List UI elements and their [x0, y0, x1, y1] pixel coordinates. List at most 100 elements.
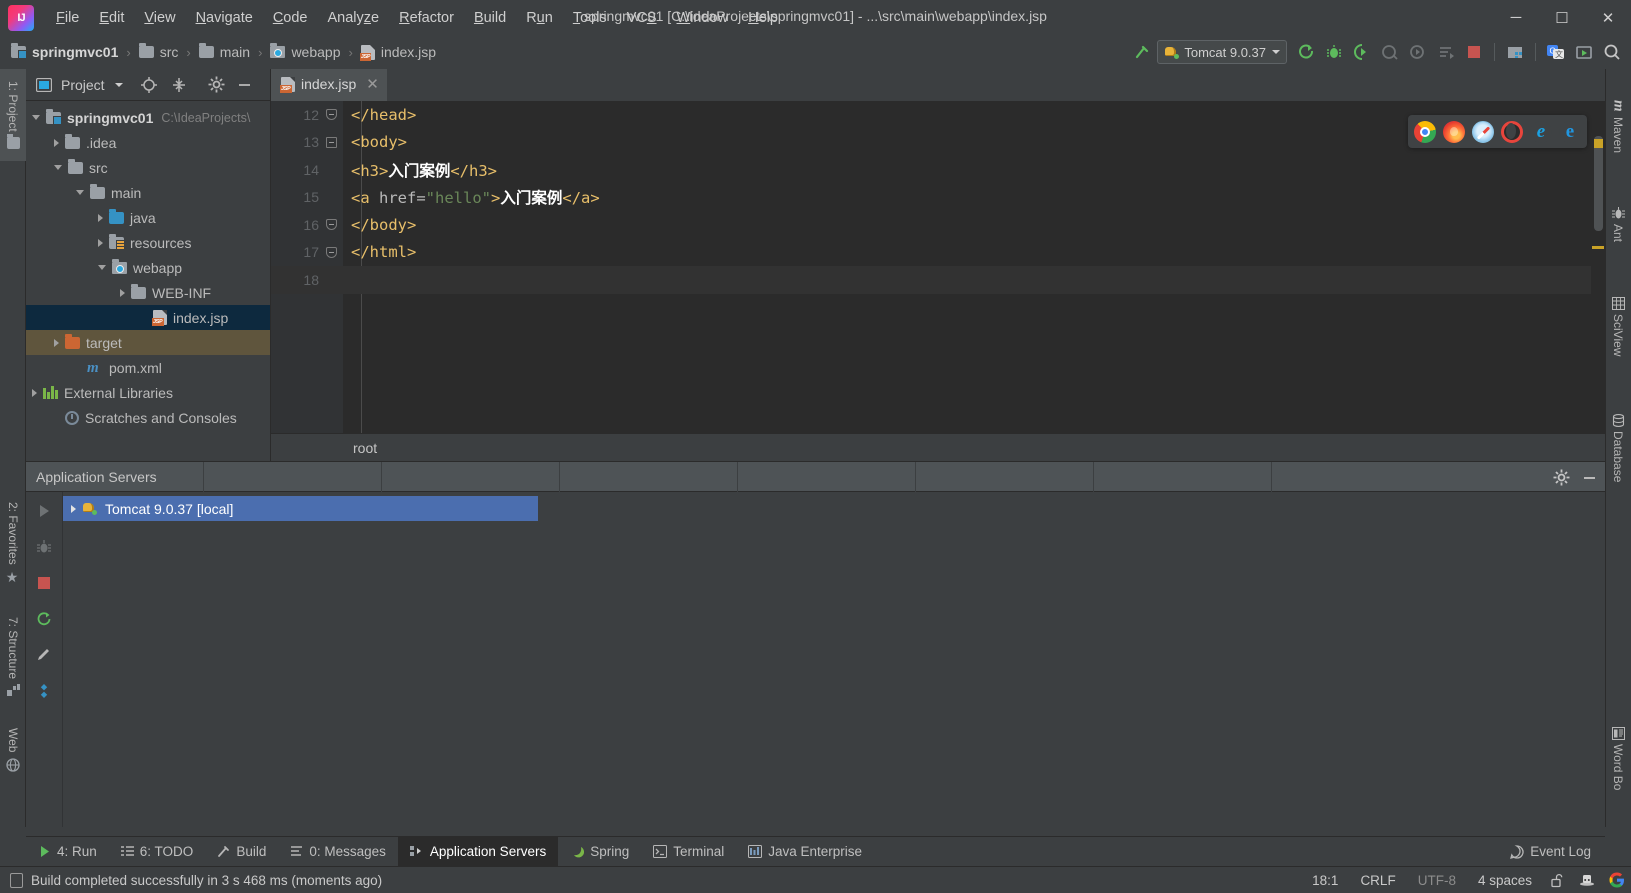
menu-file[interactable]: File — [46, 6, 89, 30]
menu-tools[interactable]: Tools — [563, 6, 617, 30]
tree-node-springmvc01[interactable]: springmvc01 C:\IdeaProjects\ — [26, 105, 270, 130]
tab-build[interactable]: Build — [205, 837, 278, 867]
search-everywhere-icon[interactable] — [1599, 39, 1625, 65]
sidebar-item-structure[interactable]: 7: Structure — [0, 604, 26, 709]
indent-setting[interactable]: 4 spaces — [1474, 871, 1536, 890]
editor-breadcrumb-root[interactable]: root — [353, 440, 377, 456]
code-editor[interactable]: 12 </head> 13 <body> 14 <h3>入门案例</h3> 15 — [271, 101, 1605, 433]
fold-marker[interactable] — [319, 109, 343, 121]
build-hammer-icon[interactable] — [1129, 39, 1155, 65]
tree-node-web-inf[interactable]: WEB-INF — [26, 280, 270, 305]
sidebar-item-web[interactable]: Web — [0, 714, 26, 784]
tree-node-webapp[interactable]: webapp — [26, 255, 270, 280]
translate-icon[interactable]: G文 — [1543, 39, 1569, 65]
breadcrumb-index-jsp[interactable]: index.jsp — [358, 42, 439, 62]
run-icon[interactable] — [31, 498, 57, 524]
twisty-open-icon[interactable] — [54, 165, 62, 170]
sidebar-item-favorites[interactable]: 2: Favorites ★ — [0, 489, 26, 599]
tree-node-pom-xml[interactable]: m pom.xml — [26, 355, 270, 380]
google-icon[interactable] — [1609, 872, 1625, 888]
lock-open-icon[interactable] — [1550, 873, 1565, 888]
sidebar-item-project[interactable]: 1: Project — [0, 69, 26, 161]
warning-marker[interactable] — [1594, 139, 1603, 148]
breadcrumb-main[interactable]: main — [196, 42, 253, 62]
tab-java-enterprise[interactable]: Java Enterprise — [736, 837, 874, 867]
sidebar-item-maven[interactable]: m Maven — [1605, 79, 1631, 175]
breadcrumb-webapp[interactable]: webapp — [267, 42, 343, 62]
tree-node-scratches-and-consoles[interactable]: Scratches and Consoles — [26, 405, 270, 430]
tree-node-target[interactable]: target — [26, 330, 270, 355]
menu-code[interactable]: Code — [263, 6, 318, 30]
run-dashboard-icon[interactable] — [1433, 39, 1459, 65]
internet-explorer-icon[interactable]: e — [1530, 120, 1552, 143]
run-with-coverage-icon[interactable] — [1349, 39, 1375, 65]
file-encoding[interactable]: UTF-8 — [1414, 871, 1460, 890]
debug-icon[interactable] — [31, 534, 57, 560]
menu-analyze[interactable]: Analyze — [318, 6, 390, 30]
list-item-tomcat[interactable]: Tomcat 9.0.37 [local] — [63, 496, 538, 521]
menu-build[interactable]: Build — [464, 6, 516, 30]
twisty-closed-icon[interactable] — [120, 288, 125, 297]
breadcrumb-src[interactable]: src — [136, 42, 182, 62]
sidebar-item-ant[interactable]: Ant — [1605, 189, 1631, 261]
twisty-closed-icon[interactable] — [54, 138, 59, 147]
sidebar-item-word-book[interactable]: Word Bo — [1605, 704, 1631, 814]
fold-marker[interactable] — [319, 136, 343, 148]
maximize-button[interactable]: ☐ — [1539, 0, 1585, 35]
twisty-closed-icon[interactable] — [54, 338, 59, 347]
debug-icon[interactable] — [1321, 39, 1347, 65]
warning-stripe[interactable] — [1592, 246, 1604, 249]
fold-marker[interactable] — [319, 246, 343, 258]
locate-target-icon[interactable] — [137, 73, 161, 97]
hide-icon[interactable] — [1577, 465, 1601, 489]
tab-terminal[interactable]: Terminal — [641, 837, 736, 867]
twisty-closed-icon[interactable] — [32, 388, 37, 397]
line-separator[interactable]: CRLF — [1356, 871, 1399, 890]
hide-icon[interactable] — [233, 73, 257, 97]
profile-icon[interactable] — [1405, 39, 1431, 65]
restart-icon[interactable] — [31, 606, 57, 632]
chrome-icon[interactable] — [1414, 120, 1436, 143]
safari-icon[interactable] — [1472, 120, 1494, 143]
edit-icon[interactable] — [31, 642, 57, 668]
tab-run[interactable]: 4: Run — [26, 837, 109, 867]
menu-refactor[interactable]: Refactor — [389, 6, 464, 30]
tab-todo[interactable]: 6: TODO — [109, 837, 206, 867]
twisty-open-icon[interactable] — [32, 115, 40, 120]
fold-marker[interactable] — [319, 219, 343, 231]
tree-node-idea[interactable]: .idea — [26, 130, 270, 155]
sidebar-item-database[interactable]: Database — [1605, 389, 1631, 507]
breadcrumb-springmvc01[interactable]: springmvc01 — [8, 42, 121, 62]
menu-navigate[interactable]: Navigate — [186, 6, 263, 30]
menu-view[interactable]: View — [134, 6, 185, 30]
tree-node-external-libraries[interactable]: External Libraries — [26, 380, 270, 405]
twisty-open-icon[interactable] — [98, 265, 106, 270]
tree-node-src[interactable]: src — [26, 155, 270, 180]
project-structure-icon[interactable] — [1502, 39, 1528, 65]
editor-tab-index-jsp[interactable]: index.jsp ✕ — [271, 69, 387, 101]
run-configuration-selector[interactable]: Tomcat 9.0.37 — [1157, 40, 1287, 64]
chevron-down-icon[interactable] — [107, 73, 131, 97]
run-icon[interactable] — [1293, 39, 1319, 65]
menu-run[interactable]: Run — [516, 6, 563, 30]
menu-window[interactable]: Window — [667, 6, 739, 30]
sidebar-item-sciview[interactable]: SciView — [1605, 274, 1631, 380]
update-project-icon[interactable] — [1571, 39, 1597, 65]
tab-messages[interactable]: 0: Messages — [278, 837, 398, 867]
app-servers-tab-label[interactable]: Application Servers — [26, 461, 204, 492]
tree-node-index-jsp[interactable]: index.jsp — [26, 305, 270, 330]
settings-diamond-icon[interactable] — [31, 678, 57, 704]
gear-icon[interactable] — [1549, 465, 1573, 489]
menu-vcs[interactable]: VCS — [617, 6, 667, 30]
collapse-all-icon[interactable] — [167, 73, 191, 97]
opera-icon[interactable] — [1501, 120, 1523, 143]
stop-icon[interactable] — [31, 570, 57, 596]
firefox-icon[interactable] — [1443, 120, 1465, 143]
attach-profiler-icon[interactable] — [1377, 39, 1403, 65]
twisty-closed-icon[interactable] — [98, 238, 103, 247]
editor-scrollbar[interactable] — [1591, 133, 1605, 405]
tree-node-resources[interactable]: resources — [26, 230, 270, 255]
scrollbar-thumb[interactable] — [1594, 136, 1603, 231]
close-icon[interactable]: ✕ — [366, 77, 379, 92]
gear-icon[interactable] — [205, 73, 229, 97]
